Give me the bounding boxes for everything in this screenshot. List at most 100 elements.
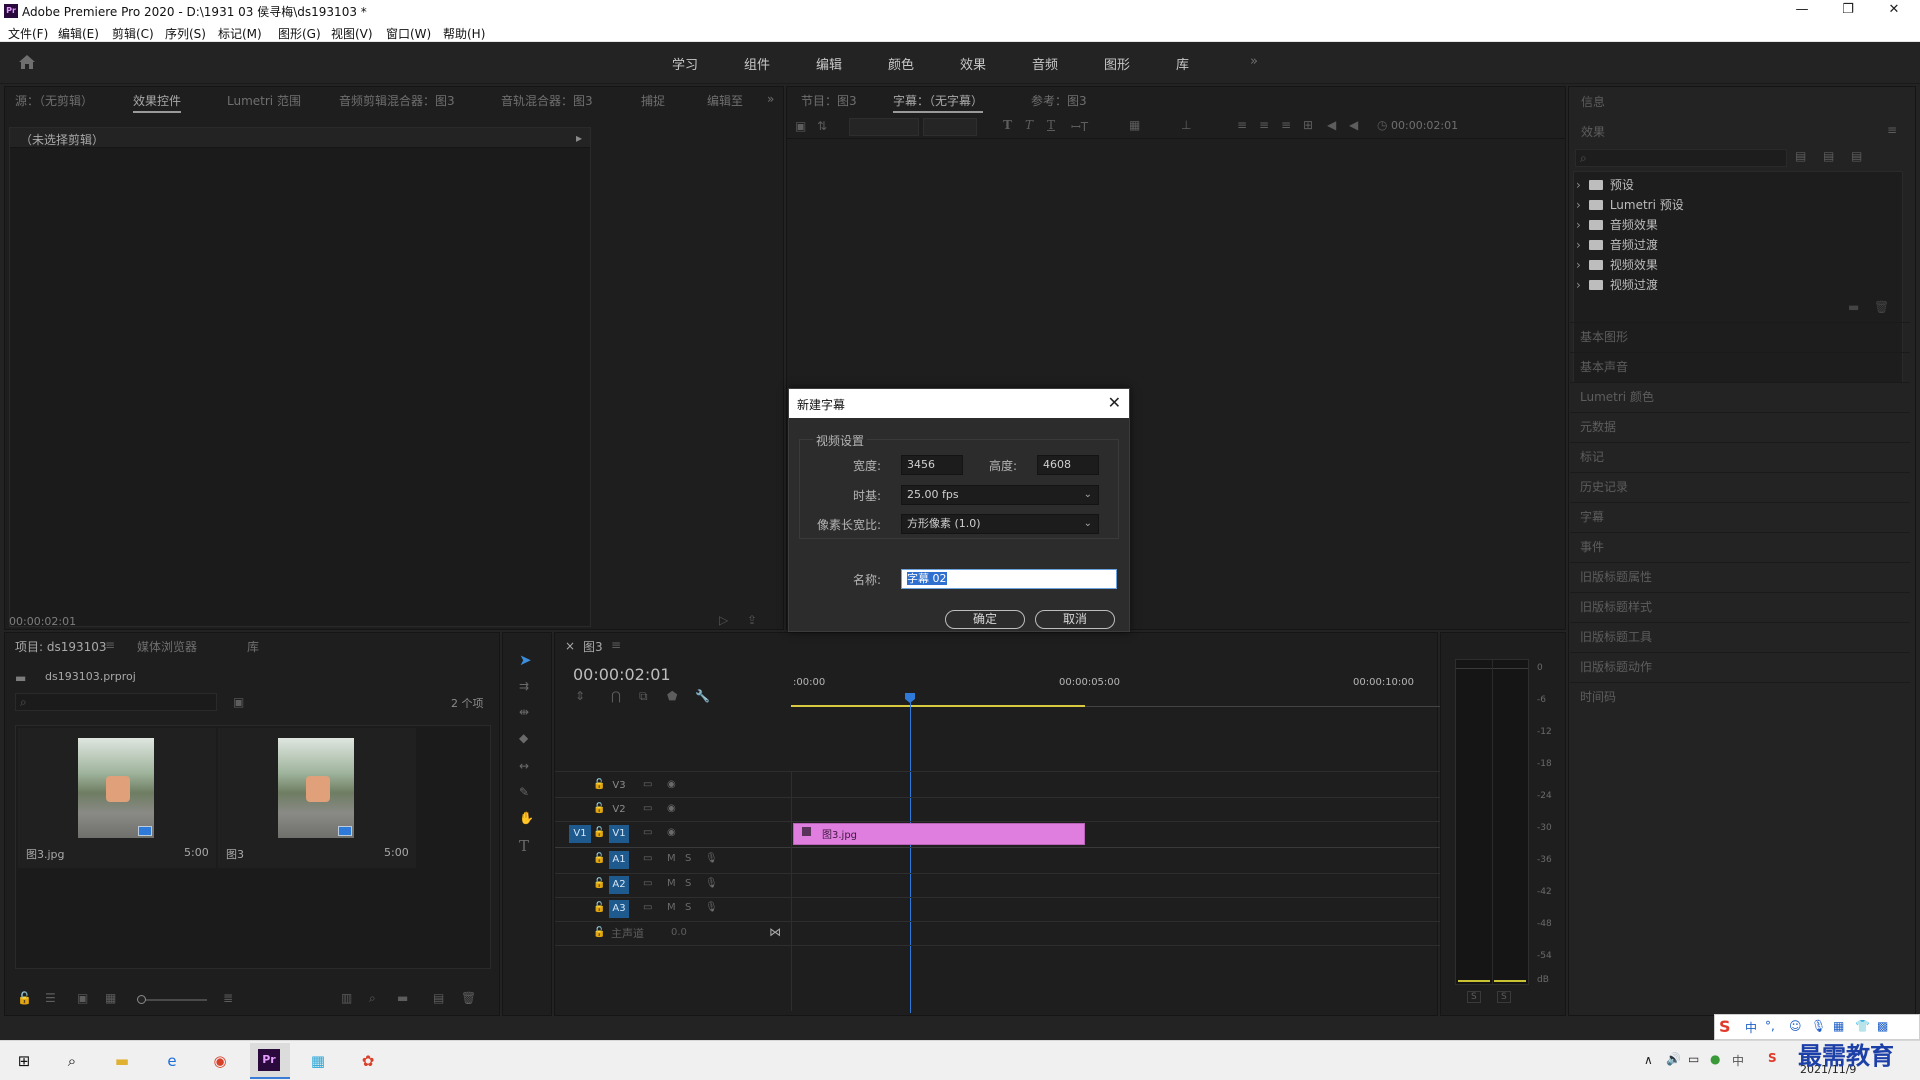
- panel-essential-graphics[interactable]: 基本图形: [1580, 328, 1628, 345]
- track-a2[interactable]: A2: [609, 876, 629, 894]
- effects-menu-icon[interactable]: ≡: [1887, 123, 1897, 137]
- pixel-aspect-select[interactable]: 方形像素 (1.0) ⌄: [901, 514, 1099, 534]
- chrome-icon[interactable]: ◉: [208, 1049, 232, 1073]
- selection-tool-icon[interactable]: ➤: [519, 651, 532, 669]
- panel-legacy-title-properties[interactable]: 旧版标题属性: [1580, 568, 1652, 585]
- network-icon[interactable]: ▭: [1688, 1052, 1699, 1066]
- tab-effect-controls[interactable]: 效果控件: [133, 92, 182, 113]
- solo-right-button[interactable]: S: [1497, 991, 1511, 1003]
- workspace-assembly[interactable]: 组件: [744, 54, 770, 73]
- tab-source[interactable]: 源：（无剪辑）: [15, 92, 93, 109]
- master-volume-value[interactable]: 0.0: [671, 927, 687, 938]
- tab-audio-clip-mixer[interactable]: 音频剪辑混合器：图3: [339, 92, 455, 109]
- italic-icon[interactable]: T: [1025, 118, 1033, 132]
- ime-mode[interactable]: 中: [1745, 1019, 1757, 1036]
- font-style-select[interactable]: [923, 118, 977, 136]
- workspace-audio[interactable]: 音频: [1032, 54, 1058, 73]
- sync-lock-icon[interactable]: ▭: [643, 779, 652, 790]
- sync-lock-icon[interactable]: ▭: [643, 902, 652, 913]
- info-panel-tab[interactable]: 信息: [1581, 93, 1605, 110]
- workspace-overflow-icon[interactable]: »: [1250, 54, 1258, 69]
- recorder-app-icon[interactable]: ✿: [356, 1049, 380, 1073]
- panel-legacy-title-actions[interactable]: 旧版标题动作: [1580, 658, 1652, 675]
- ripple-edit-tool-icon[interactable]: ⇹: [519, 705, 529, 719]
- font-family-select[interactable]: [849, 118, 919, 136]
- sync-lock-icon[interactable]: ▭: [643, 853, 652, 864]
- name-input[interactable]: 字幕 02: [901, 569, 1117, 589]
- solo-toggle[interactable]: S: [685, 878, 691, 889]
- track-v2[interactable]: V2: [609, 801, 629, 819]
- effects-folder-presets[interactable]: › 预设: [1576, 176, 1634, 193]
- lock-icon[interactable]: 🔓: [593, 827, 605, 838]
- list-view-icon[interactable]: ☰: [45, 991, 56, 1005]
- panel-overflow-icon[interactable]: »: [767, 92, 774, 106]
- toolbox-icon[interactable]: ▩: [1877, 1019, 1888, 1033]
- work-area-bar[interactable]: [791, 705, 1085, 707]
- panel-markers[interactable]: 标记: [1580, 448, 1604, 465]
- voice-icon[interactable]: 🎙: [1811, 1019, 1826, 1033]
- sogou-logo-icon[interactable]: S: [1719, 1017, 1731, 1036]
- restore-button[interactable]: ❐: [1828, 1, 1868, 21]
- eye-icon[interactable]: ◉: [667, 779, 676, 790]
- menu-help[interactable]: 帮助(H): [443, 25, 485, 42]
- menu-file[interactable]: 文件(F): [8, 25, 48, 42]
- caption-settings-icon[interactable]: ▣: [795, 119, 806, 133]
- tab-sequence[interactable]: 图3: [583, 638, 603, 655]
- windows-start-icon[interactable]: ⊞: [12, 1049, 36, 1073]
- tray-app-icon[interactable]: ●: [1710, 1052, 1720, 1066]
- effects-panel-tab[interactable]: 效果: [1581, 123, 1605, 140]
- search-icon[interactable]: ⌕: [60, 1049, 84, 1073]
- workspace-editing[interactable]: 编辑: [816, 54, 842, 73]
- tab-program[interactable]: 节目：图3: [801, 92, 857, 109]
- tab-media-browser[interactable]: 媒体浏览器: [137, 638, 197, 655]
- solo-toggle[interactable]: S: [685, 902, 691, 913]
- clear-icon[interactable]: 🗑: [461, 991, 476, 1005]
- position-icon[interactable]: ⊞: [1303, 118, 1313, 132]
- freeform-view-icon[interactable]: ▦: [105, 991, 116, 1005]
- timeline-clip[interactable]: 图3.jpg: [793, 823, 1085, 845]
- new-bin-icon[interactable]: ▬: [1848, 300, 1859, 314]
- align-left-icon[interactable]: ≡: [1237, 118, 1247, 132]
- find-icon[interactable]: ⌕: [369, 991, 376, 1006]
- expand-arrow-icon[interactable]: ▸: [576, 131, 582, 145]
- timeline-timecode[interactable]: 00:00:02:01: [573, 665, 671, 684]
- mute-toggle[interactable]: M: [667, 878, 676, 889]
- out-point-icon[interactable]: ◀: [1349, 118, 1358, 132]
- align-right-icon[interactable]: ≡: [1281, 118, 1291, 132]
- lock-icon[interactable]: 🔓: [593, 878, 605, 889]
- emoji-icon[interactable]: ☺: [1789, 1019, 1802, 1033]
- panel-essential-sound[interactable]: 基本声音: [1580, 358, 1628, 375]
- workspace-graphics[interactable]: 图形: [1104, 54, 1130, 73]
- punctuation-icon[interactable]: °,: [1765, 1019, 1775, 1033]
- tab-lumetri-scopes[interactable]: Lumetri 范围: [227, 92, 301, 109]
- snap-icon[interactable]: ⋂: [611, 689, 621, 703]
- sync-lock-icon[interactable]: ▭: [643, 827, 652, 838]
- effects-search-input[interactable]: ⌕: [1575, 149, 1787, 167]
- effects-folder-audio-transitions[interactable]: › 音频过渡: [1576, 236, 1658, 253]
- timeline-settings-icon[interactable]: 🔧: [695, 689, 710, 703]
- menu-graphics[interactable]: 图形(G): [278, 25, 321, 42]
- panel-timecode[interactable]: 时间码: [1580, 688, 1616, 705]
- track-v3[interactable]: V3: [609, 777, 629, 795]
- accelerated-effects-icon[interactable]: ▤: [1795, 149, 1806, 163]
- automate-to-sequence-icon[interactable]: ▥: [341, 991, 352, 1005]
- workspace-libraries[interactable]: 库: [1176, 54, 1189, 73]
- panel-metadata[interactable]: 元数据: [1580, 418, 1616, 435]
- lock-icon[interactable]: 🔓: [593, 779, 605, 790]
- panel-events[interactable]: 事件: [1580, 538, 1604, 555]
- in-point-icon[interactable]: ◀: [1327, 118, 1336, 132]
- eye-icon[interactable]: ◉: [667, 803, 676, 814]
- sync-lock-icon[interactable]: ▭: [643, 803, 652, 814]
- sogou-icon[interactable]: S: [1768, 1051, 1777, 1065]
- sort-icon[interactable]: ≣: [223, 991, 233, 1005]
- workspace-color[interactable]: 颜色: [888, 54, 914, 73]
- timeline-close-icon[interactable]: ×: [565, 639, 575, 653]
- tab-capture[interactable]: 捕捉: [641, 92, 665, 109]
- source-patch-v1[interactable]: V1: [569, 825, 591, 843]
- delete-icon[interactable]: 🗑: [1874, 300, 1889, 314]
- playhead-line[interactable]: [910, 701, 911, 1013]
- volume-icon[interactable]: 🔊: [1666, 1052, 1681, 1066]
- 32bit-effects-icon[interactable]: ▤: [1823, 149, 1834, 163]
- icon-view-icon[interactable]: ▣: [77, 991, 88, 1005]
- track-select-tool-icon[interactable]: ⇉: [519, 679, 529, 693]
